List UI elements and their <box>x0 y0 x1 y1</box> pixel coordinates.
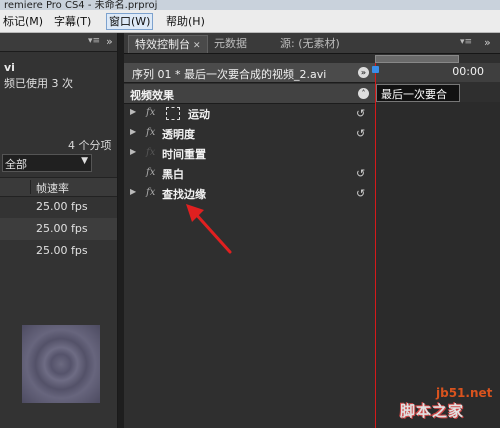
reset-icon[interactable]: ↺ <box>356 167 365 180</box>
panel-menu-icon[interactable]: ▾≡ <box>460 37 472 47</box>
project-panel-tabstrip: ▾≡ » <box>0 33 117 52</box>
timeline-zoom-bar[interactable] <box>375 55 459 63</box>
video-effects-label: 视频效果 <box>130 89 174 102</box>
effect-timeline-area[interactable] <box>376 102 500 428</box>
column-header-row: 帧速率 <box>0 177 117 197</box>
framerate-value: 25.00 fps <box>36 222 88 235</box>
timeline-ruler[interactable]: 00:00 <box>375 63 500 82</box>
effect-name: 时间重置 <box>162 148 206 161</box>
effect-row-find-edges[interactable]: ▶ fx 查找边缘 ↺ <box>124 184 375 204</box>
video-effects-header: 视频效果 ˄ <box>124 84 375 104</box>
collapse-icon[interactable]: ˄ <box>358 88 369 99</box>
timecode: 00:00 <box>452 65 484 78</box>
fx-toggle-icon: fx <box>146 147 156 158</box>
reset-icon[interactable]: ↺ <box>356 107 365 120</box>
effect-row-time-remap[interactable]: ▶ fx 时间重置 <box>124 144 375 164</box>
watermark-site: jb51.net <box>436 386 493 400</box>
effect-row-motion[interactable]: ▶ fx 运动 ↺ <box>124 104 375 124</box>
chevron-down-icon: ▼ <box>81 156 88 166</box>
list-item[interactable]: 25.00 fps <box>0 240 117 262</box>
column-header-framerate[interactable]: 帧速率 <box>36 180 69 196</box>
menu-title[interactable]: 字幕(T) <box>52 14 93 29</box>
menu-help[interactable]: 帮助(H) <box>164 14 207 29</box>
window-title: remiere Pro CS4 - 未命名.prproj <box>4 0 158 10</box>
fx-toggle-icon[interactable]: fx <box>146 167 155 178</box>
twirl-triangle-icon[interactable]: ▶ <box>130 127 136 136</box>
effect-row-black-white[interactable]: fx 黑白 ↺ <box>124 164 375 184</box>
sequence-label: 序列 01 * 最后一次要合成的视频_2.avi <box>132 68 327 81</box>
twirl-triangle-icon[interactable]: ▶ <box>130 107 136 116</box>
timeline-clip[interactable]: 最后一次要合 <box>376 84 460 102</box>
effect-name: 运动 <box>188 108 210 121</box>
toggle-timeline-icon[interactable]: » <box>358 67 369 78</box>
menu-marker[interactable]: 标记(M) <box>1 14 45 29</box>
fx-toggle-icon[interactable]: fx <box>146 187 155 198</box>
tab-source-label: 源: (无素材) <box>280 37 340 50</box>
framerate-value: 25.00 fps <box>36 200 88 213</box>
effect-name: 黑白 <box>162 168 184 181</box>
project-panel: ▾≡ » vi 频已使用 3 次 4 个分项 全部 ▼ 帧速率 25.00 fp… <box>0 33 118 428</box>
window-title-bar: remiere Pro CS4 - 未命名.prproj <box>0 0 500 10</box>
tab-effect-controls[interactable]: 特效控制台 ✕ <box>128 35 208 53</box>
effect-name: 透明度 <box>162 128 195 141</box>
clip-usage-text: 频已使用 3 次 <box>4 77 73 90</box>
twirl-triangle-icon[interactable]: ▶ <box>130 147 136 156</box>
reset-icon[interactable]: ↺ <box>356 187 365 200</box>
list-item[interactable]: 25.00 fps <box>0 218 117 240</box>
clip-file-ext: vi <box>4 61 15 74</box>
panel-scroll-icon[interactable]: » <box>106 35 113 48</box>
reset-icon[interactable]: ↺ <box>356 127 365 140</box>
tab-effect-controls-label: 特效控制台 <box>135 38 190 51</box>
list-item[interactable]: 25.00 fps <box>0 196 117 218</box>
motion-icon[interactable] <box>166 107 180 120</box>
tab-metadata-label: 元数据 <box>214 37 247 50</box>
framerate-value: 25.00 fps <box>36 244 88 257</box>
fx-toggle-icon[interactable]: fx <box>146 107 155 118</box>
effect-row-opacity[interactable]: ▶ fx 透明度 ↺ <box>124 124 375 144</box>
menu-window[interactable]: 窗口(W) <box>106 13 154 30</box>
sequence-header: 序列 01 * 最后一次要合成的视频_2.avi » <box>124 63 375 83</box>
fx-toggle-icon[interactable]: fx <box>146 127 155 138</box>
playhead-handle[interactable] <box>372 66 379 73</box>
annotation-arrow-icon <box>186 204 232 254</box>
items-count: 4 个分项 <box>68 139 112 152</box>
timeline-clip-label: 最后一次要合 <box>381 88 447 101</box>
watermark-name: 脚本之家 <box>400 402 465 420</box>
panel-menu-icon[interactable]: ▾≡ <box>88 36 100 46</box>
tab-metadata[interactable]: 元数据 <box>208 35 253 52</box>
right-panel-tabstrip: 特效控制台 ✕ 元数据 源: (无素材) ▾≡ » <box>124 33 500 54</box>
tab-source[interactable]: 源: (无素材) <box>274 35 346 52</box>
clip-thumbnail <box>22 325 100 403</box>
menu-bar: 标记(M) 字幕(T) 窗口(W) 帮助(H) <box>0 10 500 33</box>
column-divider[interactable] <box>30 180 31 194</box>
filter-value: 全部 <box>5 158 27 171</box>
playhead-line[interactable] <box>375 63 376 428</box>
close-icon[interactable]: ✕ <box>193 41 201 51</box>
twirl-triangle-icon[interactable]: ▶ <box>130 187 136 196</box>
panel-scroll-icon[interactable]: » <box>484 36 491 49</box>
filter-dropdown[interactable]: 全部 ▼ <box>2 154 92 172</box>
